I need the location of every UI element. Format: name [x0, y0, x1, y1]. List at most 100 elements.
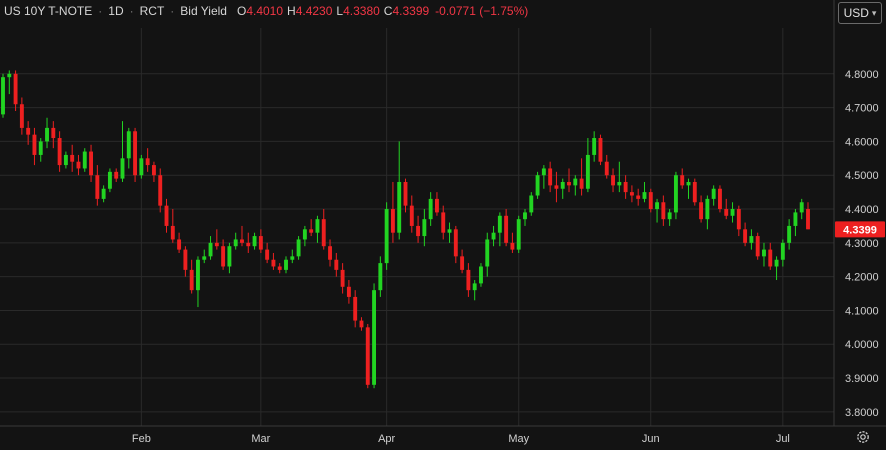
- candle: [629, 185, 634, 203]
- y-tick-label: 3.8000: [845, 407, 879, 419]
- candle-body: [460, 256, 465, 270]
- candle: [403, 178, 408, 213]
- candle-body: [290, 256, 295, 260]
- candle-body: [472, 283, 477, 291]
- candle: [472, 280, 477, 301]
- candle: [711, 185, 716, 206]
- candle: [636, 188, 641, 206]
- candle-body: [196, 259, 200, 291]
- y-tick-label: 3.9000: [845, 373, 879, 385]
- candle-body: [277, 266, 282, 270]
- currency-selector[interactable]: USD ▾: [838, 2, 882, 24]
- candle-body: [240, 239, 244, 243]
- candle: [642, 181, 647, 203]
- candle: [699, 195, 704, 223]
- candle-body: [434, 198, 439, 213]
- low-value: 4.3380: [343, 4, 380, 18]
- candle-body: [233, 239, 238, 247]
- candle-body: [183, 249, 188, 270]
- y-tick-label: 4.6000: [845, 136, 879, 148]
- interval[interactable]: 1D: [108, 4, 123, 18]
- candle-body: [554, 185, 559, 189]
- candle: [661, 195, 666, 226]
- candle: [598, 134, 603, 166]
- candle-body: [7, 73, 12, 78]
- candle-body: [661, 202, 666, 220]
- candle: [89, 144, 93, 182]
- candle-body: [170, 225, 175, 240]
- candle: [409, 195, 414, 233]
- candle: [655, 198, 660, 223]
- candle-body: [334, 259, 339, 270]
- candle-body: [743, 229, 748, 243]
- candle: [793, 209, 798, 237]
- gear-icon[interactable]: [856, 430, 870, 444]
- candle-body: [372, 290, 377, 385]
- candle-body: [133, 131, 138, 176]
- candle: [334, 252, 339, 277]
- candle: [233, 232, 238, 250]
- candle: [579, 158, 584, 196]
- y-tick-label: 4.2000: [845, 272, 879, 284]
- candle: [296, 236, 301, 260]
- candle-body: [479, 266, 483, 284]
- x-tick-label: Mar: [251, 433, 270, 445]
- candle-body: [466, 269, 471, 291]
- candle-body: [573, 178, 578, 186]
- candle: [38, 138, 43, 162]
- candle: [346, 280, 351, 304]
- candle: [120, 121, 125, 182]
- candle: [434, 192, 439, 216]
- symbol-name[interactable]: US 10Y T-NOTE: [4, 4, 92, 18]
- y-tick-label: 4.1000: [845, 305, 879, 317]
- candle-body: [214, 242, 219, 247]
- candle-body: [13, 73, 18, 105]
- candle: [258, 229, 263, 253]
- candle-body: [755, 236, 760, 257]
- candle-body: [667, 212, 672, 220]
- candle: [799, 198, 804, 220]
- y-tick-label: 4.0000: [845, 339, 879, 351]
- candle-body: [120, 158, 125, 179]
- candle-body: [346, 286, 351, 297]
- change-value: -0.0771 (−1.75%): [435, 4, 529, 18]
- candle-body: [57, 138, 62, 166]
- candle: [560, 178, 565, 199]
- candle: [202, 249, 207, 264]
- candle-body: [1, 77, 5, 115]
- candle: [32, 127, 37, 166]
- price-axis[interactable]: 4.8000 4.7000 4.6000 4.5000 4.4000 4.3000 4.20…: [845, 69, 879, 419]
- candle-body: [642, 192, 647, 199]
- candle-body: [302, 229, 307, 240]
- chevron-down-icon: ▾: [871, 7, 877, 18]
- candle: [145, 148, 150, 172]
- candle: [585, 138, 590, 193]
- data-source: RCT: [139, 4, 165, 18]
- close-label: C: [383, 4, 393, 18]
- candle: [573, 175, 578, 196]
- candle-body: [491, 232, 496, 240]
- candle-body: [736, 209, 741, 230]
- high-value: 4.4230: [295, 4, 333, 18]
- candle-body: [699, 202, 704, 220]
- candle: [107, 168, 112, 193]
- candle-body: [629, 192, 634, 196]
- candle-body: [529, 195, 534, 213]
- time-axis[interactable]: Feb Mar Apr May Jun Jul: [132, 433, 790, 445]
- last-price-label: 4.3399: [835, 221, 885, 238]
- candlestick-chart[interactable]: 4.8000 4.7000 4.6000 4.5000 4.4000 4.3000 4.20…: [0, 0, 886, 450]
- candle: [19, 97, 24, 135]
- candle: [290, 249, 295, 264]
- candle: [183, 246, 188, 277]
- candle: [51, 121, 56, 149]
- candle-body: [768, 249, 773, 267]
- candle-body: [497, 215, 502, 233]
- candle: [133, 127, 138, 182]
- candle-body: [686, 181, 691, 186]
- candle: [567, 168, 571, 193]
- candle-body: [504, 215, 509, 243]
- candle: [390, 181, 395, 243]
- candle: [680, 168, 685, 189]
- y-tick-label: 4.7000: [845, 103, 879, 115]
- candle-body: [447, 229, 452, 233]
